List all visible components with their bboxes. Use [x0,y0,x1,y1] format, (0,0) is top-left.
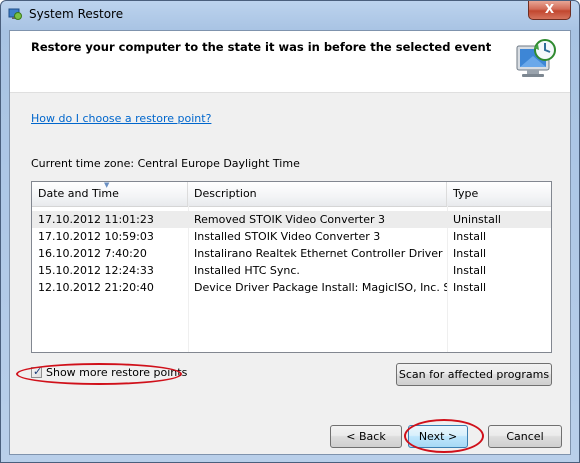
checkbox-box[interactable]: ✓ [31,365,43,378]
cell-description: Removed STOIK Video Converter 3 [194,213,386,226]
column-header-type-label: Type [453,187,479,200]
timezone-label: Current time zone: Central Europe Daylig… [31,157,300,170]
table-row[interactable]: 17.10.2012 11:01:23 Removed STOIK Video … [32,211,551,228]
cancel-button[interactable]: Cancel [488,425,562,448]
cell-date: 17.10.2012 10:59:03 [38,230,154,243]
window-title: System Restore [29,7,124,21]
scan-affected-programs-button[interactable]: Scan for affected programs [396,363,552,386]
cell-type: Install [453,230,487,243]
cell-type: Uninstall [453,213,501,226]
table-header: ▼ Date and Time Description Type [32,182,551,207]
cell-description: Installed STOIK Video Converter 3 [194,230,381,243]
cell-date: 16.10.2012 7:40:20 [38,247,147,260]
system-restore-icon [516,39,556,77]
checkmark-icon: ✓ [33,365,43,378]
title-bar[interactable]: System Restore X [1,1,579,29]
cell-date: 12.10.2012 21:20:40 [38,281,154,294]
table-row[interactable]: 12.10.2012 21:20:40 Device Driver Packag… [32,279,551,296]
table-row[interactable]: 15.10.2012 12:24:33 Installed HTC Sync. … [32,262,551,279]
table-row[interactable]: 17.10.2012 10:59:03 Installed STOIK Vide… [32,228,551,245]
restore-points-table[interactable]: ▼ Date and Time Description Type 17.10.2… [31,181,552,353]
sort-arrow-icon: ▼ [104,181,110,189]
next-button[interactable]: Next > [408,425,468,448]
cell-type: Install [453,281,487,294]
back-button[interactable]: < Back [330,425,402,448]
column-header-date[interactable]: ▼ Date and Time [32,182,188,206]
close-button[interactable]: X [528,1,571,20]
cell-description: Device Driver Package Install: MagicISO,… [194,281,447,294]
close-icon: X [544,2,555,16]
cell-description: Instalirano Realtek Ethernet Controller … [194,247,443,260]
cell-description: Installed HTC Sync. [194,264,300,277]
dialog-header: Restore your computer to the state it wa… [10,31,570,93]
page-title: Restore your computer to the state it wa… [31,40,492,54]
dialog-content: Restore your computer to the state it wa… [9,30,571,455]
system-restore-app-icon [8,8,22,20]
cell-date: 15.10.2012 12:24:33 [38,264,154,277]
system-restore-window: System Restore X Restore your computer t… [0,0,580,463]
table-row[interactable]: 16.10.2012 7:40:20 Instalirano Realtek E… [32,245,551,262]
show-more-label: Show more restore points [46,366,188,379]
cell-date: 17.10.2012 11:01:23 [38,213,154,226]
column-header-description-label: Description [194,187,257,200]
cell-type: Install [453,247,487,260]
cell-type: Install [453,264,487,277]
help-link[interactable]: How do I choose a restore point? [31,112,211,125]
column-header-type[interactable]: Type [447,182,551,206]
column-header-description[interactable]: Description [188,182,447,206]
